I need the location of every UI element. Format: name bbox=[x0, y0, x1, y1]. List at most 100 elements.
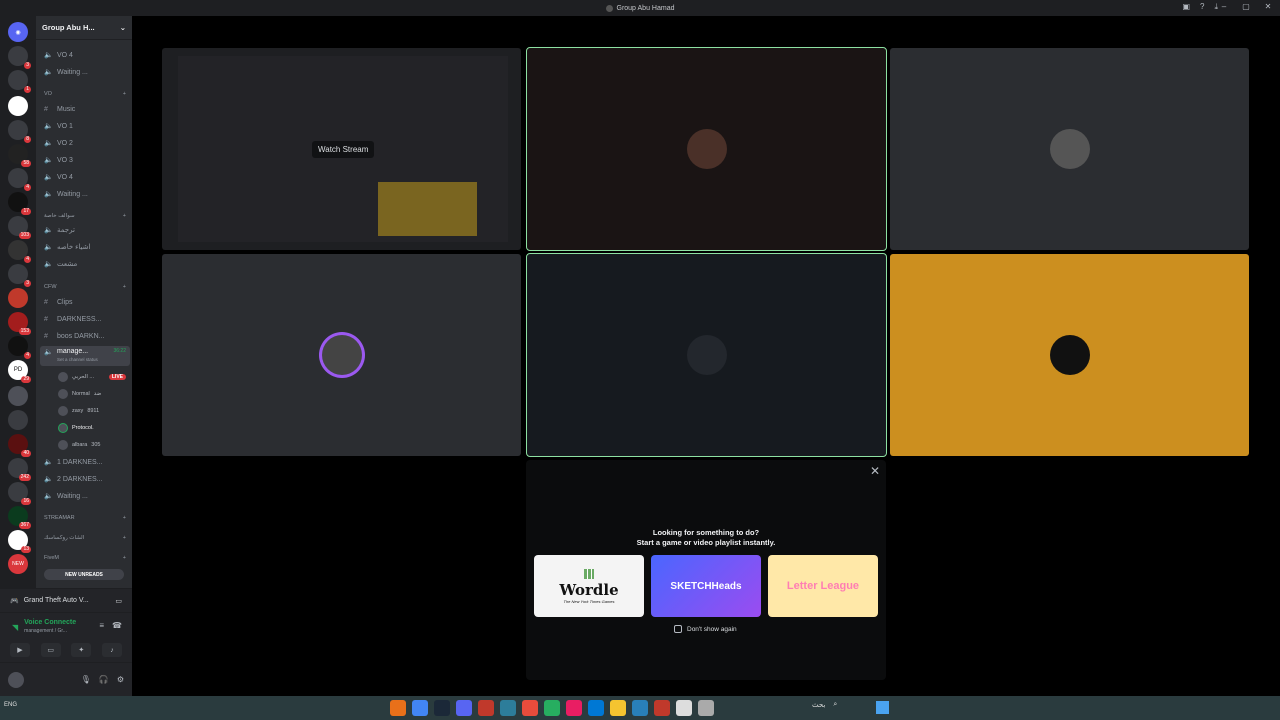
server-icon-8[interactable]: 103 bbox=[8, 216, 31, 239]
channel-music[interactable]: # Music bbox=[44, 102, 128, 116]
voice-status[interactable]: Voice Connecte bbox=[24, 619, 76, 627]
app-icon[interactable] bbox=[522, 700, 538, 716]
help-icon[interactable]: ? bbox=[1200, 2, 1204, 12]
monitor-icon[interactable]: ▭ bbox=[115, 597, 122, 605]
activity-card-wordle[interactable]: Wordle The New York Times Games bbox=[534, 555, 644, 617]
windows-start-icon[interactable] bbox=[876, 701, 889, 714]
channel-2-darkness[interactable]: 🔈 2 DARKNES... bbox=[44, 472, 128, 486]
channel-vo1[interactable]: 🔈 VO 1 bbox=[44, 119, 128, 133]
disconnect-icon[interactable]: ☎ bbox=[112, 621, 122, 630]
home-button[interactable]: ◉ bbox=[8, 22, 28, 42]
channel-management[interactable]: 🔈 manage... Set a channel status 36:22 bbox=[40, 346, 130, 366]
activity-panel[interactable]: 🎮 Grand Theft Auto V... ▭ bbox=[0, 588, 132, 612]
noise-suppression-icon[interactable]: ≡ bbox=[99, 621, 104, 630]
activity-card-letter-league[interactable]: Letter League bbox=[768, 555, 878, 617]
server-icon-5[interactable]: 58 bbox=[8, 144, 31, 167]
plus-icon[interactable]: + bbox=[123, 515, 126, 521]
server-icon-18[interactable]: 16 bbox=[8, 482, 31, 505]
close-window-button[interactable]: ✕ bbox=[1262, 2, 1274, 11]
avatar[interactable] bbox=[8, 671, 24, 688]
category-chat[interactable]: الشات روكساسك + bbox=[44, 532, 126, 544]
vc-user[interactable]: zaxy 8911 bbox=[58, 404, 126, 418]
vc-user[interactable]: albara 305 bbox=[58, 438, 126, 452]
server-icon-4[interactable]: 8 bbox=[8, 120, 31, 143]
server-icon-19[interactable]: 367 bbox=[8, 506, 31, 529]
search-label[interactable]: بحث bbox=[812, 701, 825, 709]
activity-card-sketchheads[interactable]: SKETCHHeads bbox=[651, 555, 761, 617]
server-icon-10[interactable]: 3 bbox=[8, 264, 31, 287]
search-icon[interactable]: ⌕ bbox=[833, 701, 837, 709]
server-icon-16[interactable]: 40 bbox=[8, 434, 31, 457]
plus-icon[interactable]: + bbox=[123, 284, 126, 290]
channel-vo4[interactable]: 🔈 VO 4 bbox=[44, 170, 128, 184]
participant-tile[interactable] bbox=[890, 254, 1249, 456]
inbox-icon[interactable]: ▣ bbox=[1182, 2, 1190, 12]
channel-status-input[interactable]: Set a channel status bbox=[57, 356, 98, 364]
vc-user[interactable]: Normal ضد bbox=[58, 387, 126, 401]
server-icon-1[interactable]: 3 bbox=[8, 46, 31, 69]
server-icon-9[interactable]: 4 bbox=[8, 240, 31, 263]
activities-button[interactable]: ✦ bbox=[71, 643, 92, 657]
notepad-icon[interactable] bbox=[676, 700, 692, 716]
participant-tile[interactable] bbox=[162, 254, 521, 456]
channel-waiting-2[interactable]: 🔈 Waiting ... bbox=[44, 489, 128, 503]
headphones-icon[interactable]: 🎧 bbox=[99, 675, 109, 684]
category-streamar[interactable]: STREAMAR + bbox=[44, 512, 126, 524]
maximize-button[interactable]: ▢ bbox=[1240, 2, 1252, 11]
stream-tile[interactable]: Watch Stream bbox=[162, 48, 521, 250]
channel-translation[interactable]: 🔈 ترجمة bbox=[44, 223, 128, 237]
plus-icon[interactable]: + bbox=[123, 91, 126, 97]
app-icon[interactable] bbox=[478, 700, 494, 716]
server-icon-12[interactable]: 153 bbox=[8, 312, 31, 335]
app-icon[interactable] bbox=[698, 700, 714, 716]
vc-user[interactable]: Protocol. bbox=[58, 421, 126, 435]
checkbox[interactable] bbox=[674, 625, 682, 633]
screen-share-button[interactable]: ▭ bbox=[40, 643, 61, 657]
folder-icon[interactable] bbox=[610, 700, 626, 716]
gear-icon[interactable]: ⚙ bbox=[117, 675, 124, 684]
channel-vo3[interactable]: 🔈 VO 3 bbox=[44, 153, 128, 167]
participant-tile[interactable] bbox=[526, 253, 887, 457]
new-unreads-button[interactable]: NEW UNREADS bbox=[44, 569, 124, 580]
server-icon-11[interactable] bbox=[8, 288, 28, 308]
server-icon-13[interactable]: 4 bbox=[8, 336, 31, 359]
category-fivem[interactable]: FiveM + bbox=[44, 552, 126, 564]
close-icon[interactable]: ✕ bbox=[870, 464, 880, 478]
server-icon-2[interactable]: 1 bbox=[8, 70, 31, 93]
chrome-icon[interactable] bbox=[412, 700, 428, 716]
participant-tile[interactable] bbox=[890, 48, 1249, 250]
category-private[interactable]: سوالف خاصة + bbox=[44, 210, 126, 222]
camera-button[interactable]: ▶ bbox=[10, 643, 30, 657]
channel-private-things[interactable]: 🔈 اشياء خاصه bbox=[44, 240, 128, 254]
channel-clips[interactable]: # Clips bbox=[44, 295, 128, 309]
soundboard-button[interactable]: ♪ bbox=[101, 643, 122, 657]
edge-icon[interactable] bbox=[588, 700, 604, 716]
app-icon[interactable] bbox=[390, 700, 406, 716]
server-icon-6[interactable]: 4 bbox=[8, 168, 31, 191]
channel-1-darkness[interactable]: 🔈 1 DARKNES... bbox=[44, 455, 128, 469]
plus-icon[interactable]: + bbox=[123, 535, 126, 541]
server-icon-7[interactable]: 17 bbox=[8, 192, 31, 215]
vc-user[interactable]: الحربي ... LIVE bbox=[58, 370, 126, 384]
app-icon[interactable] bbox=[632, 700, 648, 716]
channel-waiting[interactable]: 🔈 Waiting ... bbox=[44, 187, 128, 201]
mic-icon[interactable]: 🎙 bbox=[81, 675, 91, 684]
category-cfw[interactable]: CFW + bbox=[44, 281, 126, 293]
server-header[interactable]: Group Abu H... ⌄ bbox=[36, 16, 132, 40]
watch-stream-button[interactable]: Watch Stream bbox=[312, 141, 375, 158]
new-badge[interactable]: NEW bbox=[8, 554, 28, 574]
server-icon-14[interactable]: PD 29 bbox=[8, 360, 31, 383]
minimize-button[interactable]: – bbox=[1218, 2, 1230, 11]
server-icon-15[interactable] bbox=[8, 410, 28, 430]
app-icon[interactable] bbox=[544, 700, 560, 716]
voice-channel-link[interactable]: management / Gr... bbox=[24, 627, 76, 635]
server-icon-3[interactable] bbox=[8, 96, 28, 116]
server-icon-17[interactable]: 242 bbox=[8, 458, 31, 481]
app-icon[interactable] bbox=[654, 700, 670, 716]
app-icon[interactable] bbox=[566, 700, 582, 716]
channel-vo4-top[interactable]: 🔈 VO 4 bbox=[44, 48, 128, 62]
steam-icon[interactable] bbox=[434, 700, 450, 716]
category-vo[interactable]: VO + bbox=[44, 88, 126, 100]
app-icon[interactable] bbox=[500, 700, 516, 716]
channel-waiting-top[interactable]: 🔈 Waiting ... bbox=[44, 65, 128, 79]
